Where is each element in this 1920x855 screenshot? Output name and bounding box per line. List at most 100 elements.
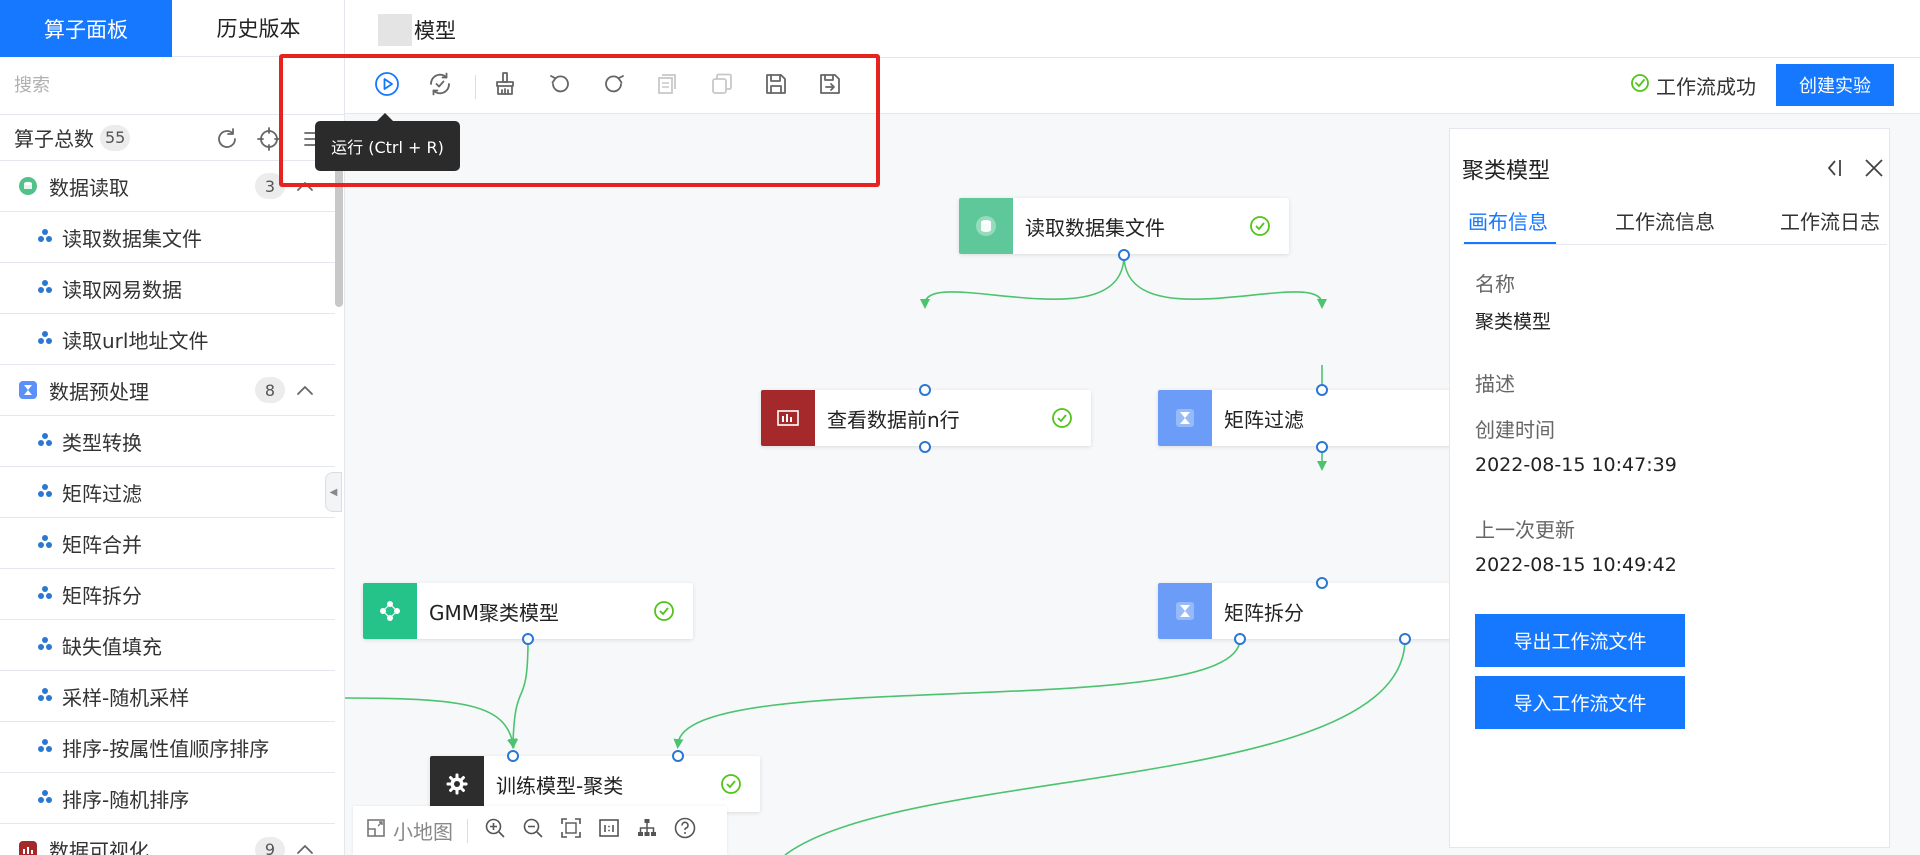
node-output-port[interactable] bbox=[1316, 441, 1328, 453]
cluster-icon bbox=[37, 735, 53, 759]
tab-operator-panel[interactable]: 算子面板 bbox=[0, 0, 172, 57]
cluster-icon bbox=[37, 633, 53, 657]
node-input-port[interactable] bbox=[919, 384, 931, 396]
node-matrix-split[interactable]: 矩阵拆分 bbox=[1158, 583, 1488, 639]
node-input-port[interactable] bbox=[672, 750, 684, 762]
node-output-port[interactable] bbox=[1399, 633, 1411, 645]
success-check-icon bbox=[653, 600, 675, 627]
refresh-icon[interactable] bbox=[214, 126, 240, 157]
category-preprocessing[interactable]: 数据预处理 8 bbox=[0, 365, 335, 416]
collapse-panel-icon[interactable] bbox=[1822, 156, 1846, 185]
help-button[interactable] bbox=[666, 816, 704, 845]
total-label: 算子总数 bbox=[14, 127, 94, 151]
create-experiment-button[interactable]: 创建实验 bbox=[1776, 64, 1894, 106]
clear-button[interactable] bbox=[490, 71, 520, 101]
export-workflow-button[interactable]: 导出工作流文件 bbox=[1475, 614, 1685, 667]
tab-workflow-info[interactable]: 工作流信息 bbox=[1615, 206, 1715, 235]
minimap-icon bbox=[365, 817, 387, 844]
check-circle-icon bbox=[1630, 73, 1650, 98]
node-input-port[interactable] bbox=[1316, 577, 1328, 589]
fit-view-button[interactable] bbox=[552, 816, 590, 845]
node-train-cluster[interactable]: 训练模型-聚类 bbox=[430, 756, 760, 812]
category-visualization[interactable]: 数据可视化 9 bbox=[0, 824, 335, 855]
locate-icon[interactable] bbox=[256, 126, 282, 157]
actual-size-button[interactable] bbox=[590, 816, 628, 845]
operator-item[interactable]: 读取url地址文件 bbox=[0, 314, 335, 365]
node-input-port[interactable] bbox=[1316, 384, 1328, 396]
operator-item[interactable]: 排序-按属性值顺序排序 bbox=[0, 722, 335, 773]
sidebar-scrollbar[interactable] bbox=[335, 162, 343, 307]
hierarchy-icon bbox=[635, 816, 659, 845]
node-gmm-cluster[interactable]: GMM聚类模型 bbox=[363, 583, 693, 639]
success-check-icon bbox=[1051, 407, 1073, 434]
toolbar-divider bbox=[475, 75, 476, 99]
node-output-port[interactable] bbox=[1234, 633, 1246, 645]
copy-button[interactable] bbox=[652, 71, 682, 101]
save-icon bbox=[763, 71, 789, 102]
node-output-port[interactable] bbox=[1118, 249, 1130, 261]
minimap-toggle[interactable]: 小地图 bbox=[365, 816, 453, 845]
updated-time-label: 上一次更新 bbox=[1475, 518, 1575, 542]
operator-label: 读取网易数据 bbox=[62, 277, 182, 302]
one-to-one-icon bbox=[597, 816, 621, 845]
chevron-up-icon[interactable] bbox=[295, 177, 315, 202]
operator-item[interactable]: 缺失值填充 bbox=[0, 620, 335, 671]
operator-item[interactable]: 采样-随机采样 bbox=[0, 671, 335, 722]
redo-button[interactable] bbox=[599, 71, 629, 101]
operator-item[interactable]: 排序-随机排序 bbox=[0, 773, 335, 824]
database-icon bbox=[19, 177, 37, 195]
tab-canvas-info[interactable]: 画布信息 bbox=[1468, 206, 1548, 235]
node-view-head[interactable]: 查看数据前n行 bbox=[761, 390, 1091, 446]
edge-split-to-train bbox=[673, 638, 1241, 749]
operator-item[interactable]: 矩阵合并 bbox=[0, 518, 335, 569]
total-count-badge: 55 bbox=[100, 124, 131, 151]
search-input[interactable] bbox=[0, 57, 345, 114]
panel-title: 聚类模型 bbox=[1462, 159, 1551, 184]
tab-history-versions[interactable]: 历史版本 bbox=[172, 0, 345, 57]
created-time-value: 2022-08-15 10:47:39 bbox=[1475, 454, 1677, 476]
close-icon[interactable] bbox=[1862, 156, 1886, 185]
zoom-in-button[interactable] bbox=[476, 816, 514, 845]
operator-item[interactable]: 读取网易数据 bbox=[0, 263, 335, 314]
status-text: 工作流成功 bbox=[1656, 75, 1756, 99]
chart-icon bbox=[19, 840, 37, 855]
zoom-out-button[interactable] bbox=[514, 816, 552, 845]
redacted-title-block bbox=[378, 14, 412, 46]
cluster-icon bbox=[363, 583, 417, 639]
chevron-up-icon[interactable] bbox=[295, 381, 315, 406]
node-output-port[interactable] bbox=[522, 633, 534, 645]
operator-item[interactable]: 类型转换 bbox=[0, 416, 335, 467]
sidebar-collapse-handle[interactable]: ◀ bbox=[325, 472, 342, 512]
chevron-up-icon[interactable] bbox=[295, 840, 315, 855]
node-read-dataset[interactable]: 读取数据集文件 bbox=[959, 198, 1289, 254]
node-output-port[interactable] bbox=[919, 441, 931, 453]
created-time-label: 创建时间 bbox=[1475, 418, 1555, 442]
paste-icon bbox=[709, 71, 735, 102]
auto-layout-button[interactable] bbox=[628, 816, 666, 845]
save-as-button[interactable] bbox=[815, 71, 845, 101]
tab-workflow-log[interactable]: 工作流日志 bbox=[1780, 206, 1880, 235]
caret-left-icon: ◀ bbox=[329, 486, 338, 498]
cluster-icon bbox=[37, 531, 53, 555]
paste-button[interactable] bbox=[707, 71, 737, 101]
node-label: 矩阵拆分 bbox=[1224, 600, 1304, 625]
undo-button[interactable] bbox=[545, 71, 575, 101]
operator-item[interactable]: 矩阵拆分 bbox=[0, 569, 335, 620]
undo-icon bbox=[547, 71, 573, 102]
category-data-read[interactable]: 数据读取 3 bbox=[0, 161, 335, 212]
run-continuous-button[interactable] bbox=[425, 71, 455, 101]
operator-label: 采样-随机采样 bbox=[62, 685, 190, 710]
operator-label: 类型转换 bbox=[62, 430, 142, 455]
import-workflow-button[interactable]: 导入工作流文件 bbox=[1475, 676, 1685, 729]
operator-item[interactable]: 读取数据集文件 bbox=[0, 212, 335, 263]
edge-split-down bbox=[784, 638, 1406, 855]
page-title: 模型 bbox=[414, 19, 456, 43]
node-matrix-filter[interactable]: 矩阵过滤 bbox=[1158, 390, 1488, 446]
node-input-port[interactable] bbox=[507, 750, 519, 762]
node-label: 查看数据前n行 bbox=[827, 407, 960, 432]
cluster-icon bbox=[37, 582, 53, 606]
save-button[interactable] bbox=[761, 71, 791, 101]
run-button[interactable] bbox=[372, 71, 402, 101]
operator-item[interactable]: 矩阵过滤 bbox=[0, 467, 335, 518]
fullscreen-icon bbox=[559, 816, 583, 845]
